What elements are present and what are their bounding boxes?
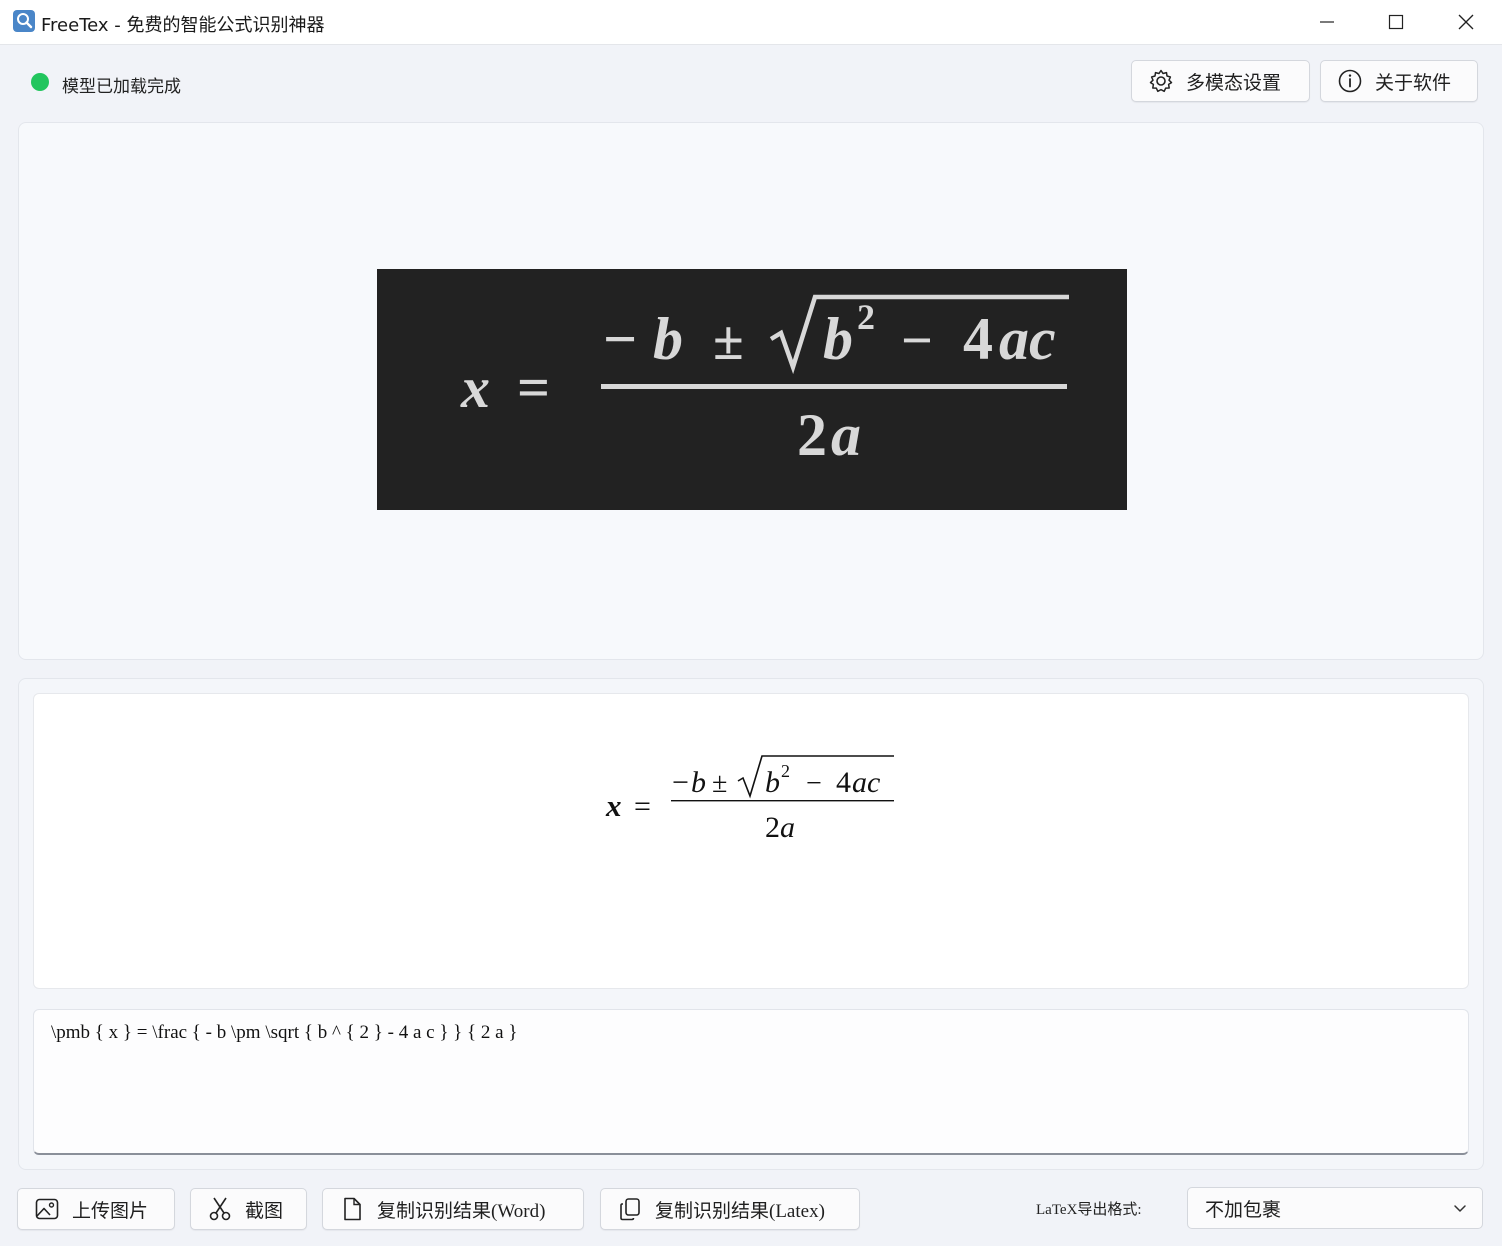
svg-text:4: 4 — [836, 766, 851, 799]
gear-icon — [1148, 68, 1174, 94]
document-icon — [339, 1196, 365, 1222]
maximize-button[interactable] — [1361, 0, 1431, 44]
svg-text:=: = — [634, 790, 651, 823]
close-button[interactable] — [1431, 0, 1501, 44]
formula-image-graphic: x = − b ± b 2 − 4 ac 2 a — [460, 294, 1069, 468]
svg-text:b: b — [691, 766, 706, 799]
about-button[interactable]: 关于软件 — [1320, 60, 1478, 102]
close-icon — [1458, 14, 1474, 30]
svg-text:2: 2 — [765, 811, 780, 844]
svg-text:−: − — [806, 768, 822, 799]
svg-text:2: 2 — [781, 761, 790, 781]
rendered-formula: x = − b ± b 2 − 4 ac 2 a — [605, 755, 894, 844]
about-label: 关于软件 — [1375, 71, 1452, 94]
formula-input-image: x = − b ± b 2 − 4 ac 2 a — [377, 269, 1127, 510]
scissors-icon — [207, 1196, 233, 1222]
minimize-button[interactable] — [1292, 0, 1362, 44]
svg-text:2: 2 — [797, 402, 827, 468]
copy-latex-button[interactable]: 复制识别结果(Latex) — [600, 1188, 860, 1230]
result-panel: x = − b ± b 2 − 4 ac 2 a \pmb { x } = \f… — [18, 678, 1484, 1170]
svg-text:2: 2 — [857, 297, 875, 337]
svg-text:x: x — [460, 355, 490, 420]
svg-text:4: 4 — [963, 306, 993, 372]
export-format-label: LaTeX导出格式: — [1036, 1202, 1142, 1218]
info-icon — [1337, 68, 1363, 94]
app-magnifier-icon — [13, 10, 35, 32]
svg-text:ac: ac — [852, 766, 880, 799]
svg-text:b: b — [653, 306, 683, 372]
window-title: FreeTex - 免费的智能公式识别神器 — [41, 15, 325, 36]
export-format-select[interactable]: 不加包裹 — [1187, 1187, 1483, 1229]
copy-latex-label: 复制识别结果(Latex) — [655, 1200, 825, 1222]
latex-output-field[interactable]: \pmb { x } = \frac { - b \pm \sqrt { b ^… — [33, 1009, 1469, 1155]
copy-word-label: 复制识别结果(Word) — [377, 1200, 546, 1222]
svg-text:±: ± — [712, 768, 727, 799]
screenshot-button[interactable]: 截图 — [190, 1188, 307, 1230]
svg-text:ac: ac — [999, 306, 1056, 372]
svg-text:b: b — [823, 306, 853, 372]
chevron-down-icon — [1452, 1200, 1468, 1220]
minimize-icon — [1320, 21, 1334, 23]
svg-text:−: − — [672, 766, 689, 799]
status-text: 模型已加载完成 — [62, 77, 181, 97]
svg-text:±: ± — [713, 310, 744, 372]
copy-icon — [617, 1196, 643, 1222]
title-bar: FreeTex - 免费的智能公式识别神器 — [0, 0, 1502, 45]
latex-code-text[interactable]: \pmb { x } = \frac { - b \pm \sqrt { b ^… — [51, 1022, 517, 1044]
multimodal-settings-label: 多模态设置 — [1186, 71, 1282, 94]
image-icon — [34, 1196, 60, 1222]
screenshot-label: 截图 — [245, 1199, 284, 1222]
upload-image-button[interactable]: 上传图片 — [17, 1188, 175, 1230]
svg-text:x: x — [605, 788, 622, 823]
image-preview-panel: x = − b ± b 2 − 4 ac 2 a — [18, 122, 1484, 660]
svg-text:−: − — [901, 310, 933, 372]
copy-word-button[interactable]: 复制识别结果(Word) — [322, 1188, 584, 1230]
rendered-formula-box: x = − b ± b 2 − 4 ac 2 a — [33, 693, 1469, 989]
multimodal-settings-button[interactable]: 多模态设置 — [1131, 60, 1310, 102]
export-format-value: 不加包裹 — [1205, 1198, 1282, 1221]
svg-text:−: − — [603, 306, 637, 372]
upload-image-label: 上传图片 — [72, 1199, 149, 1222]
svg-text:=: = — [517, 355, 550, 420]
maximize-icon — [1388, 14, 1404, 30]
status-indicator — [31, 73, 49, 91]
svg-text:a: a — [780, 811, 795, 844]
svg-text:b: b — [765, 766, 780, 799]
svg-text:a: a — [831, 402, 861, 468]
